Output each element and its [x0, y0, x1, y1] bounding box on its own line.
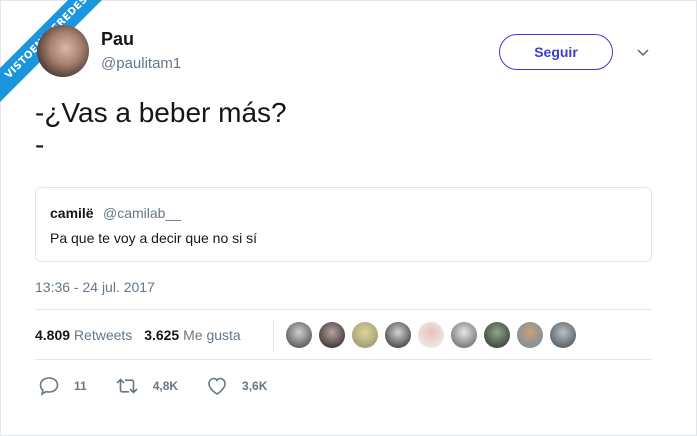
like-count[interactable]: 3.625 — [144, 327, 179, 343]
retweet-count[interactable]: 4.809 — [35, 327, 70, 343]
stats-divider-top — [35, 309, 652, 310]
action-bar: 11 4,8K 3,6K — [38, 376, 295, 396]
liker-avatar[interactable] — [550, 322, 576, 348]
tweet-text: -¿Vas a beber más? - — [35, 97, 287, 160]
reply-count: 11 — [74, 379, 87, 393]
quoted-author-handle: @camilab__ — [103, 205, 182, 221]
retweet-icon[interactable] — [115, 376, 139, 396]
author-handle[interactable]: @paulitam1 — [101, 55, 181, 72]
tweet-timestamp[interactable]: 13:36 - 24 jul. 2017 — [35, 279, 155, 295]
liker-avatar[interactable] — [484, 322, 510, 348]
liker-avatar[interactable] — [352, 322, 378, 348]
follow-button[interactable]: Seguir — [499, 34, 613, 70]
reply-action[interactable]: 11 — [38, 376, 87, 396]
liker-avatar[interactable] — [517, 322, 543, 348]
reply-icon[interactable] — [38, 376, 60, 396]
liker-avatar[interactable] — [319, 322, 345, 348]
author-name[interactable]: Pau — [101, 29, 134, 50]
liker-avatar[interactable] — [418, 322, 444, 348]
retweet-action-count: 4,8K — [152, 379, 179, 393]
stats-separator — [273, 320, 274, 352]
like-label[interactable]: Me gusta — [183, 327, 241, 343]
engagement-stats: 4.809 Retweets 3.625 Me gusta — [35, 327, 249, 343]
caret-down-icon[interactable] — [636, 45, 650, 59]
liker-avatar[interactable] — [385, 322, 411, 348]
like-action[interactable]: 3,6K — [206, 376, 267, 396]
liker-avatars — [286, 322, 583, 348]
quoted-tweet[interactable]: camilë @camilab__ Pa que te voy a decir … — [35, 187, 652, 262]
retweet-label[interactable]: Retweets — [74, 327, 132, 343]
quoted-author-name: camilë — [50, 205, 94, 221]
avatar[interactable] — [37, 25, 89, 77]
quoted-text: Pa que te voy a decir que no si sí — [50, 230, 258, 246]
like-action-count: 3,6K — [242, 379, 268, 393]
retweet-action[interactable]: 4,8K — [115, 376, 178, 396]
liker-avatar[interactable] — [286, 322, 312, 348]
liker-avatar[interactable] — [451, 322, 477, 348]
stats-divider-bottom — [35, 359, 652, 360]
heart-icon[interactable] — [206, 376, 228, 396]
